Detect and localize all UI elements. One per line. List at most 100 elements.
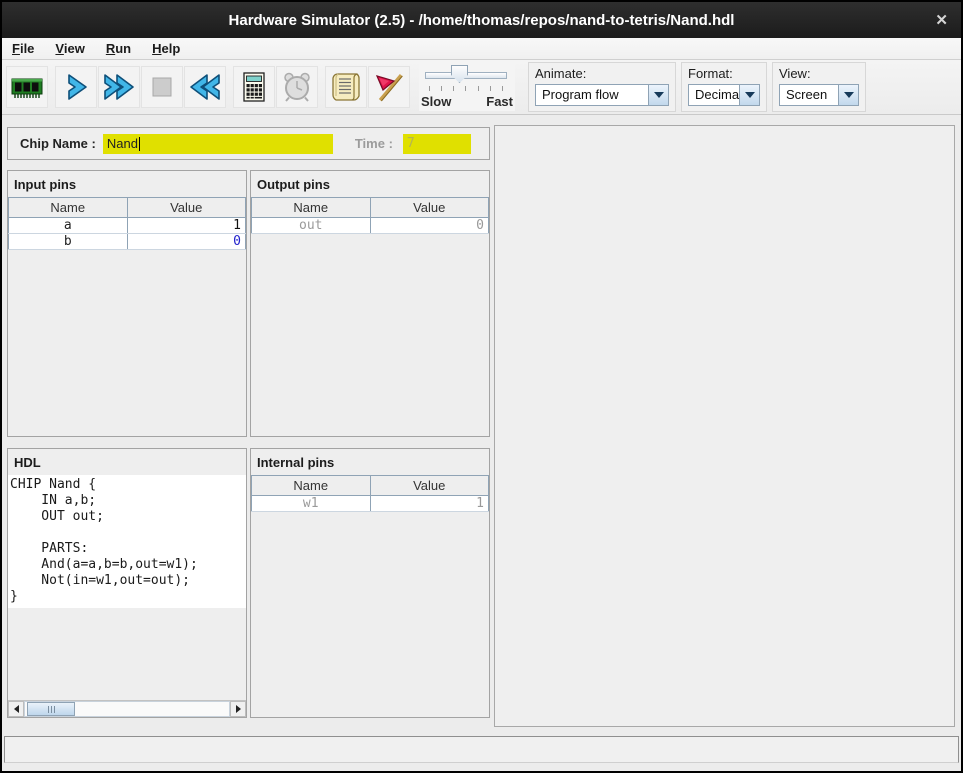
- time-field: 7: [403, 134, 471, 154]
- pin-name-b: b: [9, 234, 128, 250]
- output-pins-title: Output pins: [251, 171, 489, 197]
- load-script-button[interactable]: [325, 66, 367, 108]
- chip-name-field[interactable]: Nand: [103, 134, 333, 154]
- input-pins-title: Input pins: [8, 171, 246, 197]
- hdl-title: HDL: [8, 449, 246, 475]
- calculator-icon: [236, 69, 272, 105]
- pin-value-a[interactable]: 1: [127, 218, 246, 234]
- pin-value-w1: 1: [370, 496, 489, 512]
- pin-value-out: 0: [370, 218, 489, 234]
- menu-run[interactable]: Run: [106, 41, 131, 56]
- arrow-left-icon: [14, 705, 19, 713]
- flag-icon: [371, 69, 407, 105]
- text-caret: [139, 137, 140, 151]
- time-label: Time :: [355, 136, 393, 151]
- table-row: a 1: [9, 218, 246, 234]
- load-chip-button[interactable]: [6, 66, 48, 108]
- toolbar: Slow Fast Animate: Program flow Format: …: [2, 60, 961, 115]
- hdl-filler: [8, 608, 246, 700]
- output-pins-table: Name Value out 0: [251, 197, 489, 234]
- format-group: Format: Decimal: [681, 62, 767, 112]
- eval-button[interactable]: [233, 66, 275, 108]
- menu-help[interactable]: Help: [152, 41, 180, 56]
- animate-label: Animate:: [535, 66, 669, 81]
- internal-pins-title: Internal pins: [251, 449, 489, 475]
- chip-display-panel: [494, 125, 955, 727]
- scroll-right-button[interactable]: [230, 701, 246, 717]
- main-content: Chip Name : Nand Time : 7 Input pins: [2, 115, 961, 727]
- slider-fast-label: Fast: [486, 94, 513, 109]
- status-message-bar: [4, 736, 959, 763]
- animate-select[interactable]: Program flow: [535, 84, 669, 106]
- scroll-left-button[interactable]: [8, 701, 24, 717]
- output-pins-panel: Output pins Name Value out 0: [250, 170, 490, 437]
- view-dropdown-button[interactable]: [838, 85, 858, 105]
- time-value: 7: [407, 136, 415, 151]
- table-row: b 0: [9, 234, 246, 250]
- slider-ticks: [429, 86, 503, 91]
- column-header-value: Value: [370, 198, 489, 218]
- column-header-name: Name: [252, 476, 371, 496]
- arrow-right-icon: [236, 705, 241, 713]
- pin-value-b[interactable]: 0: [127, 234, 246, 250]
- format-selected-value: Decimal: [689, 85, 739, 105]
- view-selected-value: Screen: [780, 85, 833, 105]
- menu-file[interactable]: File: [12, 41, 34, 56]
- chevron-down-icon: [654, 92, 664, 98]
- menu-view[interactable]: View: [55, 41, 84, 56]
- column-header-name: Name: [9, 198, 128, 218]
- clock-button[interactable]: [276, 66, 318, 108]
- format-dropdown-button[interactable]: [739, 85, 759, 105]
- left-column: Chip Name : Nand Time : 7 Input pins: [7, 125, 490, 727]
- memory-chip-icon: [9, 69, 45, 105]
- titlebar: Hardware Simulator (2.5) - /home/thomas/…: [2, 2, 961, 38]
- column-header-value: Value: [127, 198, 246, 218]
- app-window: Hardware Simulator (2.5) - /home/thomas/…: [0, 0, 963, 773]
- chevron-down-icon: [844, 92, 854, 98]
- hdl-code-area: CHIP Nand { IN a,b; OUT out; PARTS: And(…: [8, 475, 246, 608]
- pin-name-a: a: [9, 218, 128, 234]
- format-label: Format:: [688, 66, 760, 81]
- view-group: View: Screen: [772, 62, 866, 112]
- chip-name-label: Chip Name :: [20, 136, 96, 151]
- bottom-row: HDL CHIP Nand { IN a,b; OUT out; PARTS: …: [7, 448, 490, 718]
- view-select[interactable]: Screen: [779, 84, 859, 106]
- format-select[interactable]: Decimal: [688, 84, 760, 106]
- animate-dropdown-button[interactable]: [648, 85, 668, 105]
- pins-row: Input pins Name Value a 1: [7, 170, 490, 437]
- internal-pins-table: Name Value w1 1: [251, 475, 489, 512]
- bottom-strip: [2, 763, 961, 772]
- scrollbar-track[interactable]: [24, 701, 230, 717]
- table-row: out 0: [252, 218, 489, 234]
- stop-square-icon: [144, 69, 180, 105]
- animate-group: Animate: Program flow: [528, 62, 676, 112]
- run-button[interactable]: [98, 66, 140, 108]
- pin-name-out: out: [252, 218, 371, 234]
- rewind-button[interactable]: [184, 66, 226, 108]
- scrollbar-thumb[interactable]: [27, 702, 75, 716]
- slider-slow-label: Slow: [421, 94, 451, 109]
- menubar: File View Run Help: [2, 38, 961, 60]
- column-header-name: Name: [252, 198, 371, 218]
- hdl-horizontal-scrollbar: [8, 700, 246, 717]
- chip-header-panel: Chip Name : Nand Time : 7: [7, 127, 490, 160]
- scroll-icon: [328, 69, 364, 105]
- chevron-right-icon: [58, 69, 94, 105]
- column-header-value: Value: [370, 476, 489, 496]
- input-pins-panel: Input pins Name Value a 1: [7, 170, 247, 437]
- hdl-code-text: CHIP Nand { IN a,b; OUT out; PARTS: And(…: [10, 477, 244, 605]
- speed-slider: Slow Fast: [419, 63, 515, 111]
- close-icon[interactable]: ✕: [935, 2, 948, 38]
- hdl-panel: HDL CHIP Nand { IN a,b; OUT out; PARTS: …: [7, 448, 247, 718]
- animate-selected-value: Program flow: [536, 85, 625, 105]
- view-label: View:: [779, 66, 859, 81]
- double-chevron-left-icon: [187, 69, 223, 105]
- alarm-clock-icon: [279, 69, 315, 105]
- table-row: w1 1: [252, 496, 489, 512]
- stop-button[interactable]: [141, 66, 183, 108]
- breakpoints-button[interactable]: [368, 66, 410, 108]
- chevron-down-icon: [745, 92, 755, 98]
- single-step-button[interactable]: [55, 66, 97, 108]
- chip-name-value: Nand: [107, 136, 138, 151]
- slider-thumb[interactable]: [451, 65, 468, 83]
